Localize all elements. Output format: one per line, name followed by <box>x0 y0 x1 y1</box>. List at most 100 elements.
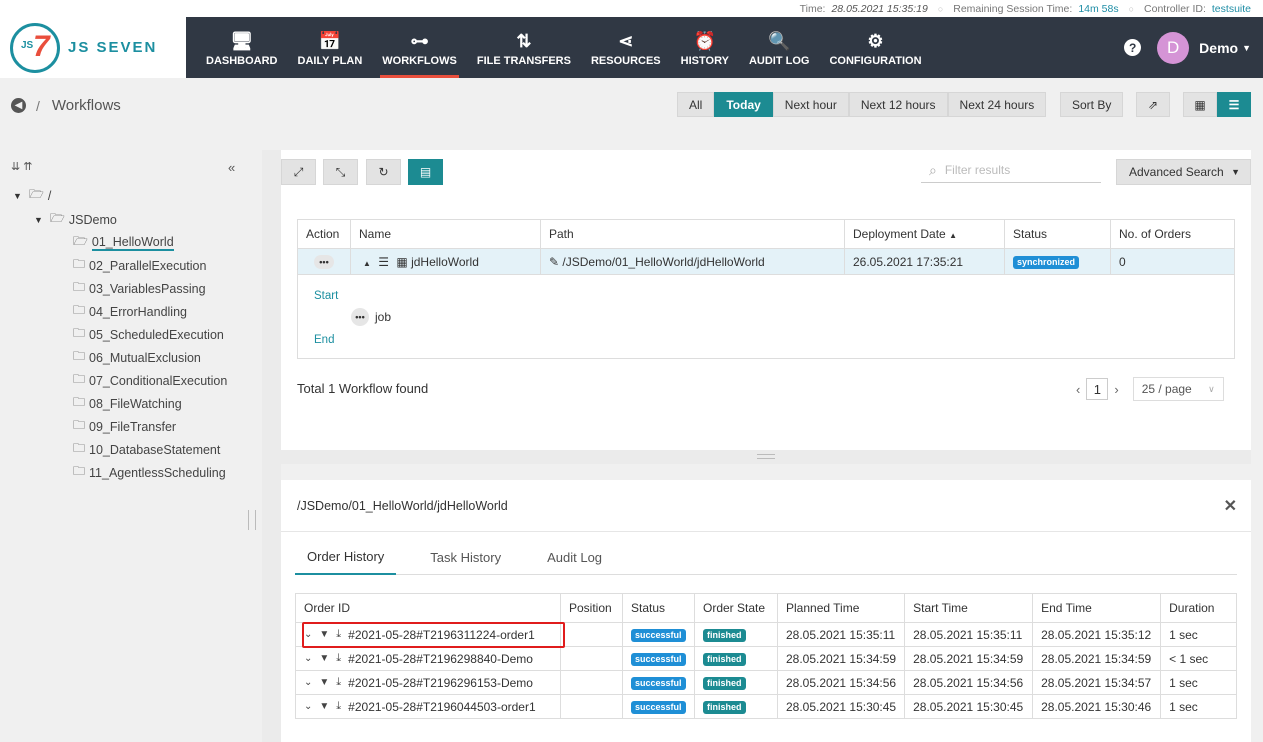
column-header[interactable]: Duration <box>1160 593 1237 623</box>
job-label[interactable]: job <box>375 310 391 324</box>
panel-resize-handle[interactable] <box>281 450 1251 464</box>
collapse-sidebar-icon[interactable]: « <box>228 160 235 175</box>
refresh-icon[interactable]: ↻ <box>366 159 401 185</box>
order-id[interactable]: #2021-05-28#T2196311224-order1 <box>348 628 535 642</box>
expand-collapse-all-icon[interactable]: ⇊ ⇈ <box>11 160 33 173</box>
tree-item[interactable]: 🗀 02_ParallelExecution <box>73 255 206 276</box>
nav-resources[interactable]: ⋖ RESOURCES <box>581 17 671 78</box>
tree-item[interactable]: 🗀 10_DatabaseStatement <box>73 439 220 460</box>
caret-down-icon[interactable]: ▼ <box>319 653 329 664</box>
column-header-deployment-date[interactable]: Deployment Date ▲ <box>844 219 1005 249</box>
order-id[interactable]: #2021-05-28#T2196044503-order1 <box>348 700 535 714</box>
filter-next-24-hours[interactable]: Next 24 hours <box>947 92 1047 117</box>
table-view-icon[interactable]: ▤ <box>408 159 443 185</box>
workflow-path[interactable]: /JSDemo/01_HelloWorld/jdHelloWorld <box>562 255 764 269</box>
table-row[interactable]: ⌄ ▼ ⤓ #2021-05-28#T2196298840-Demo successfu… <box>295 646 1237 671</box>
nav-dashboard[interactable]: 🖥 DASHBOARD <box>196 17 288 78</box>
collapse-all-icon[interactable]: ⤡ <box>323 159 358 185</box>
caret-up-icon[interactable]: ▲ <box>363 259 371 268</box>
action-menu-icon[interactable]: ••• <box>314 255 334 269</box>
expand-all-icon[interactable]: ⤢ <box>281 159 316 185</box>
tab-task-history[interactable]: Task History <box>418 540 513 575</box>
column-header[interactable]: Start Time <box>904 593 1034 623</box>
column-header[interactable]: Position <box>560 593 623 623</box>
tree-root[interactable]: ▼ 🗁 / <box>13 185 51 206</box>
sort-by-button[interactable]: Sort By <box>1060 92 1124 117</box>
close-icon[interactable]: ✕ <box>1224 496 1237 516</box>
tab-order-history[interactable]: Order History <box>295 540 397 575</box>
download-icon[interactable]: ⤓ <box>336 676 341 689</box>
back-icon[interactable]: ◀ <box>11 98 26 113</box>
nav-workflows[interactable]: ⊶ WORKFLOWS <box>372 17 467 78</box>
tree-item[interactable]: 🗀 05_ScheduledExecution <box>73 324 224 345</box>
column-header[interactable]: Planned Time <box>776 593 906 623</box>
column-header[interactable]: Status <box>1004 219 1111 249</box>
user-menu[interactable]: Demo <box>1199 40 1238 56</box>
chevron-down-icon[interactable]: ▼ <box>1242 43 1251 53</box>
caret-down-icon[interactable]: ▼ <box>319 701 329 712</box>
advanced-search-button[interactable]: Advanced Search ▼ <box>1116 159 1251 185</box>
sidebar-resize-handle[interactable] <box>248 510 256 530</box>
tree-item[interactable]: 🗀 08_FileWatching <box>73 393 182 414</box>
list-icon[interactable]: ☰ <box>378 255 389 269</box>
order-id[interactable]: #2021-05-28#T2196298840-Demo <box>348 652 533 666</box>
list-view-icon[interactable]: ☰ <box>1217 92 1251 117</box>
tree-item[interactable]: 🗀 04_ErrorHandling <box>73 301 187 322</box>
tab-audit-log[interactable]: Audit Log <box>535 540 614 575</box>
expand-chevron-icon[interactable]: ⌄ <box>304 629 312 640</box>
download-icon[interactable]: ⤓ <box>336 652 341 665</box>
help-icon[interactable]: ? <box>1124 39 1142 56</box>
page-size-select[interactable]: 25 / page ∨ <box>1132 377 1224 401</box>
controller-id-link[interactable]: testsuite <box>1212 3 1251 15</box>
caret-down-icon[interactable]: ▼ <box>13 191 25 201</box>
prev-page-icon[interactable]: ‹ <box>1076 382 1080 397</box>
expand-chevron-icon[interactable]: ⌄ <box>304 677 312 688</box>
tree-item[interactable]: 🗀 07_ConditionalExecution <box>73 370 227 391</box>
page-number[interactable]: 1 <box>1086 378 1109 400</box>
tree-item[interactable]: 🗀 03_VariablesPassing <box>73 278 206 299</box>
next-page-icon[interactable]: › <box>1114 382 1118 397</box>
nav-history[interactable]: ⏰ HISTORY <box>671 17 739 78</box>
caret-down-icon[interactable]: ▼ <box>34 215 46 225</box>
tree-item[interactable]: 🗀 11_AgentlessScheduling <box>73 462 226 483</box>
tree-item[interactable]: 🗀 06_MutualExclusion <box>73 347 201 368</box>
filter-all[interactable]: All <box>677 92 715 117</box>
column-header[interactable]: End Time <box>1032 593 1162 623</box>
caret-down-icon[interactable]: ▼ <box>319 629 329 640</box>
tree-item[interactable]: 🗀 09_FileTransfer <box>73 416 176 437</box>
expand-chevron-icon[interactable]: ⌄ <box>304 701 312 712</box>
tree-item[interactable]: 🗁 01_HelloWorld <box>73 232 174 253</box>
caret-down-icon[interactable]: ▼ <box>319 677 329 688</box>
table-row[interactable]: ⌄ ▼ ⤓ #2021-05-28#T2196044503-order1 success… <box>295 694 1237 719</box>
filter-today[interactable]: Today <box>714 92 773 117</box>
table-row[interactable]: ⌄ ▼ ⤓ #2021-05-28#T2196311224-order1 success… <box>295 622 1237 647</box>
logo[interactable]: JS 7 JS SEVEN <box>0 17 186 78</box>
filter-next-hour[interactable]: Next hour <box>772 92 849 117</box>
structure-icon[interactable]: ▦ <box>396 255 407 269</box>
avatar[interactable]: D <box>1157 31 1190 64</box>
table-row[interactable]: ••• ▲ ☰ ▦ jdHelloWorld ✎ /JSDemo/01_Hell… <box>297 248 1235 275</box>
grid-view-icon[interactable]: ▦ <box>1183 92 1217 117</box>
order-id[interactable]: #2021-05-28#T2196296153-Demo <box>348 676 533 690</box>
nav-file-transfers[interactable]: ⇅ FILE TRANSFERS <box>467 17 581 78</box>
nav-audit-log[interactable]: 🔍 AUDIT LOG <box>739 17 820 78</box>
download-icon[interactable]: ⤓ <box>336 700 341 713</box>
search-input[interactable] <box>944 163 1085 177</box>
column-header[interactable]: Order State <box>694 593 778 623</box>
column-header[interactable]: Name <box>350 219 541 249</box>
expand-chevron-icon[interactable]: ⌄ <box>304 653 312 664</box>
download-icon[interactable]: ⤓ <box>336 628 341 641</box>
nav-configuration[interactable]: ⚙ CONFIGURATION <box>819 17 931 78</box>
column-header[interactable]: Path <box>540 219 845 249</box>
job-menu-icon[interactable]: ••• <box>351 308 369 326</box>
filter-next-12-hours[interactable]: Next 12 hours <box>848 92 948 117</box>
export-icon[interactable]: ⇗ <box>1136 92 1170 117</box>
workflow-job[interactable]: ••• job <box>351 308 391 326</box>
nav-daily-plan[interactable]: 📅 DAILY PLAN <box>288 17 373 78</box>
table-row[interactable]: ⌄ ▼ ⤓ #2021-05-28#T2196296153-Demo successfu… <box>295 670 1237 695</box>
tree-folder-jsdemo[interactable]: ▼ 🗁 JSDemo <box>34 209 117 230</box>
column-header[interactable]: Order ID <box>295 593 561 623</box>
pencil-icon[interactable]: ✎ <box>549 255 559 269</box>
workflow-name[interactable]: jdHelloWorld <box>411 255 479 269</box>
column-header[interactable]: No. of Orders <box>1110 219 1235 249</box>
